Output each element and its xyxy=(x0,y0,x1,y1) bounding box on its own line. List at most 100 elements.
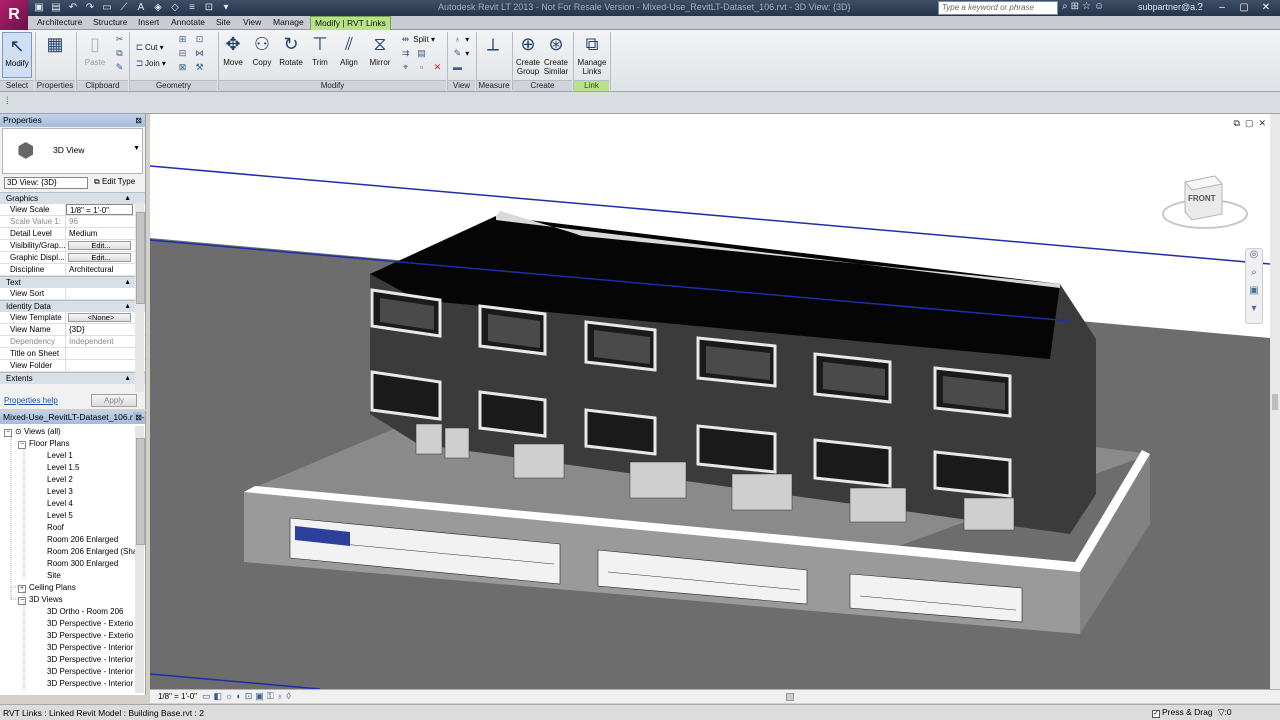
visual-style-icon[interactable]: ◧ xyxy=(214,691,223,702)
revit-logo[interactable]: R xyxy=(0,0,28,30)
zoom-icon[interactable]: ⌕ xyxy=(1246,267,1262,285)
paste-button[interactable]: ▯ Paste xyxy=(80,32,110,67)
redo-icon[interactable]: ↷ xyxy=(83,1,97,14)
trim-button[interactable]: ⊤ Trim xyxy=(305,32,335,67)
tree-room-206[interactable]: Room 206 Enlarged xyxy=(47,535,118,545)
viewport-vertical-scrollbar[interactable] xyxy=(1270,114,1280,689)
expand-toggle-icon[interactable]: + xyxy=(18,585,26,593)
section-icon[interactable]: ◇ xyxy=(168,1,182,14)
graphic-display-edit-button[interactable]: Edit... xyxy=(68,253,131,262)
tree-3d-ortho-206[interactable]: 3D Ortho - Room 206 xyxy=(47,607,123,617)
geometry-tool-1[interactable]: ⊞ xyxy=(177,34,188,45)
tab-manage[interactable]: Manage xyxy=(273,17,304,27)
group-extents[interactable]: Extents ▲ xyxy=(0,372,145,384)
press-drag-toggle[interactable]: ✓ Press & Drag xyxy=(1152,707,1213,718)
move-button[interactable]: ✥ Move xyxy=(218,32,248,67)
tree-floor-plans[interactable]: − Floor Plans xyxy=(18,439,69,449)
thin-lines-icon[interactable]: ≡ xyxy=(185,1,199,14)
user-icon[interactable]: ☺ xyxy=(1094,1,1104,12)
nav-dropdown-icon[interactable]: ▾ xyxy=(1246,303,1262,321)
hide-button[interactable]: ♁ ▾ xyxy=(452,34,469,44)
pin-button[interactable]: ⌖ xyxy=(400,62,411,73)
filter-count[interactable]: ▽:0 xyxy=(1218,707,1232,718)
tab-insert[interactable]: Insert xyxy=(138,17,159,27)
properties-button[interactable]: ▦ xyxy=(40,32,70,58)
building-model-scene[interactable] xyxy=(150,114,1270,689)
tab-structure[interactable]: Structure xyxy=(93,17,128,27)
restore-view-icon[interactable]: ⧉ xyxy=(1234,118,1240,129)
create-group-button[interactable]: ⊕ Create Group xyxy=(513,32,543,76)
viewcube-face-label[interactable]: FRONT xyxy=(1188,194,1216,203)
close-icon[interactable]: ✕ xyxy=(1256,1,1276,15)
array-button[interactable]: ▤ xyxy=(416,48,427,59)
rotate-button[interactable]: ↻ Rotate xyxy=(276,32,306,67)
copy-button[interactable]: ⚇ Copy xyxy=(247,32,277,67)
tree-room-300[interactable]: Room 300 Enlarged xyxy=(47,559,118,569)
tree-3d-persp-ext-1[interactable]: 3D Perspective - Exterio xyxy=(47,619,133,629)
open-icon[interactable]: ▣ xyxy=(32,1,46,14)
discipline-field[interactable]: Architectural xyxy=(66,264,133,275)
tree-level-3[interactable]: Level 3 xyxy=(47,487,73,497)
edit-type-button[interactable]: ⧉ Edit Type xyxy=(94,177,135,187)
tab-annotate[interactable]: Annotate xyxy=(171,17,205,27)
tree-level-2[interactable]: Level 2 xyxy=(47,475,73,485)
measure-icon[interactable]: ⟋ xyxy=(117,1,131,14)
tree-roof[interactable]: Roof xyxy=(47,523,64,533)
linework-button[interactable]: ▬ xyxy=(452,62,463,72)
view-scale-field[interactable]: 1/8" = 1'-0" xyxy=(66,204,133,215)
tree-3d-persp-int-2[interactable]: 3D Perspective - Interior xyxy=(47,655,133,665)
horizontal-scroll-thumb[interactable] xyxy=(786,693,794,701)
switch-windows-icon[interactable]: ▾ xyxy=(219,1,233,14)
help-icon[interactable]: ? xyxy=(1190,1,1210,15)
tree-3d-persp-int-1[interactable]: 3D Perspective - Interior xyxy=(47,643,133,653)
collapse-toggle-icon[interactable]: − xyxy=(18,441,26,449)
tree-views-all[interactable]: − ⊙ Views (all) xyxy=(4,427,61,437)
tab-modify-rvt-links[interactable]: Modify | RVT Links xyxy=(310,16,391,30)
tree-3d-persp-ext-2[interactable]: 3D Perspective - Exterio xyxy=(47,631,133,641)
text-icon[interactable]: A xyxy=(134,1,148,14)
tree-level-1[interactable]: Level 1 xyxy=(47,451,73,461)
maximize-icon[interactable]: ▢ xyxy=(1234,1,1254,15)
align-button[interactable]: ⫽ Align xyxy=(334,32,364,67)
binoculars-icon[interactable]: ⌕ xyxy=(1062,1,1068,12)
palette-close-icon[interactable]: ⊠ xyxy=(135,115,142,127)
view-sort-field[interactable] xyxy=(66,288,133,299)
join-geometry-button[interactable]: ⊐ Join ▾ xyxy=(134,58,166,69)
view-scale-control[interactable]: 1/8" = 1'-0" xyxy=(158,692,197,701)
steering-wheel-icon[interactable]: ◎ xyxy=(1246,249,1262,267)
checkbox-icon[interactable]: ✓ xyxy=(1152,710,1160,718)
geometry-tool-5[interactable]: ⋈ xyxy=(194,48,205,59)
visibility-edit-button[interactable]: Edit... xyxy=(68,241,131,250)
tree-level-5[interactable]: Level 5 xyxy=(47,511,73,521)
split-button[interactable]: ⇹ Split ▾ xyxy=(400,34,435,45)
group-graphics[interactable]: Graphics ▲ xyxy=(0,192,145,204)
geometry-tool-2[interactable]: ⊟ xyxy=(177,48,188,59)
view-folder-field[interactable] xyxy=(66,360,133,371)
properties-help-link[interactable]: Properties help xyxy=(4,396,58,405)
offset-button[interactable]: ⇉ xyxy=(400,48,411,59)
geometry-tool-6[interactable]: ⚒ xyxy=(194,62,205,73)
tree-3d-persp-int-3[interactable]: 3D Perspective - Interior xyxy=(47,667,133,677)
search-input[interactable]: Type a keyword or phrase xyxy=(938,1,1058,15)
mirror-button[interactable]: ⧖ Mirror xyxy=(365,32,395,67)
tree-3d-persp-int-4[interactable]: 3D Perspective - Interior xyxy=(47,679,133,689)
tab-site[interactable]: Site xyxy=(216,17,231,27)
tree-level-4[interactable]: Level 4 xyxy=(47,499,73,509)
3d-view-icon[interactable]: ◈ xyxy=(151,1,165,14)
show-crop-icon[interactable]: ▣ xyxy=(255,691,264,702)
tree-site[interactable]: Site xyxy=(47,571,61,581)
detail-level-field[interactable]: Medium xyxy=(66,228,133,239)
override-graphics-button[interactable]: ✎ ▾ xyxy=(452,48,470,59)
undo-icon[interactable]: ↶ xyxy=(66,1,80,14)
copy-clip-button[interactable]: ⧉ xyxy=(114,48,125,59)
group-identity[interactable]: Identity Data ▲ xyxy=(0,300,145,312)
scale-button[interactable]: ▫ xyxy=(416,62,427,72)
type-selector[interactable]: ⬢ 3D View ▼ xyxy=(2,128,143,174)
tree-3d-views[interactable]: −3D Views xyxy=(18,595,63,605)
create-similar-button[interactable]: ⊛ Create Similar xyxy=(541,32,571,76)
properties-scrollbar[interactable] xyxy=(135,202,145,392)
tab-view[interactable]: View xyxy=(243,17,261,27)
minimize-icon[interactable]: – xyxy=(1212,1,1232,15)
sun-path-icon[interactable]: ☼ xyxy=(225,691,233,702)
subscription-icon[interactable]: ⊞ xyxy=(1071,1,1079,12)
